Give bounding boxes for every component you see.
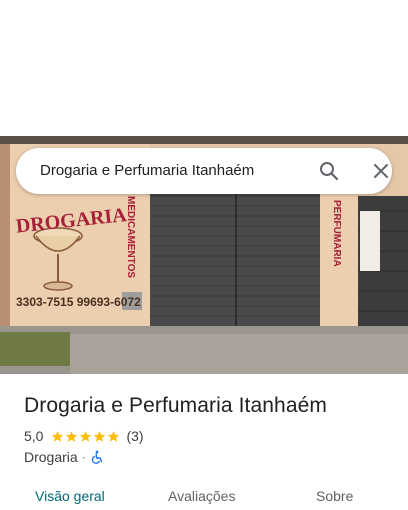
place-tabs: Visão geral Avaliações Sobre xyxy=(0,478,408,510)
place-category[interactable]: Drogaria xyxy=(24,449,78,465)
rating-stars xyxy=(51,430,120,443)
place-title: Drogaria e Perfumaria Itanhaém xyxy=(24,394,327,417)
search-icon[interactable] xyxy=(316,159,342,183)
close-icon[interactable] xyxy=(368,159,394,183)
review-count[interactable]: (3) xyxy=(126,428,143,444)
wheelchair-accessible-icon xyxy=(90,450,104,464)
search-input[interactable]: Drogaria e Perfumaria Itanhaém xyxy=(40,148,254,194)
star-icon xyxy=(94,430,106,442)
category-row: Drogaria · xyxy=(24,448,104,466)
star-icon xyxy=(52,430,64,442)
tab-reviews[interactable]: Avaliações xyxy=(168,488,235,504)
separator-dot: · xyxy=(81,450,86,464)
star-icon xyxy=(108,430,120,442)
tab-about[interactable]: Sobre xyxy=(316,488,353,504)
sign-medicamentos: MEDICAMENTOS xyxy=(125,196,136,278)
star-icon xyxy=(80,430,92,442)
sign-perfumaria: PERFUMARIA xyxy=(331,200,342,267)
top-blank-area xyxy=(0,0,408,136)
search-bar[interactable]: Drogaria e Perfumaria Itanhaém xyxy=(16,148,392,194)
rating-value: 5,0 xyxy=(24,428,44,444)
tab-overview[interactable]: Visão geral xyxy=(35,488,105,504)
rating-row[interactable]: 5,0 (3) xyxy=(24,427,144,445)
star-icon xyxy=(66,430,78,442)
sign-phones: 3303-7515 99693-6072 xyxy=(16,295,141,309)
